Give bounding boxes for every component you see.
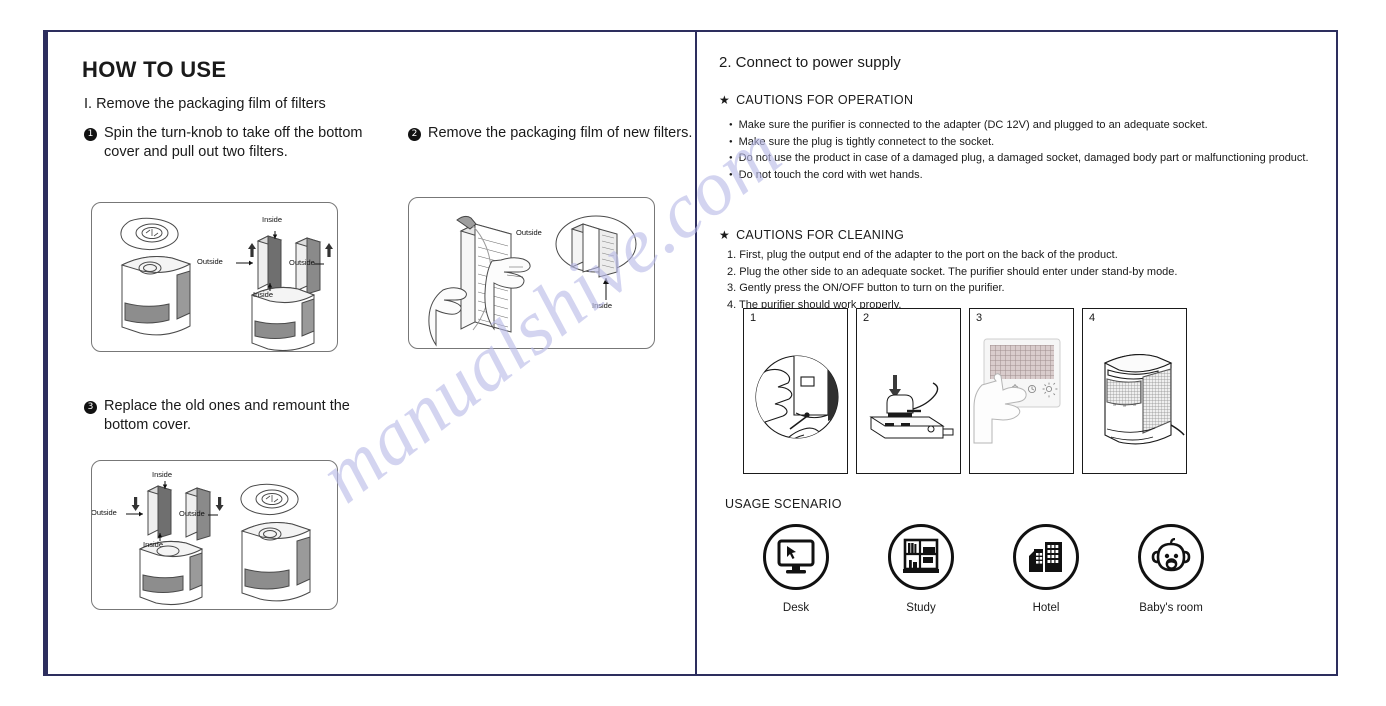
- manual-page-spread: HOW TO USE I. Remove the packaging film …: [43, 30, 1338, 676]
- step-3-text: Replace the old ones and remount the: [104, 398, 350, 414]
- cautions-operation-list: Make sure the purifier is connected to t…: [727, 118, 1327, 184]
- step-3-text-cont: bottom cover.: [104, 417, 192, 433]
- operation-caution-item: Do not use the product in case of a dama…: [739, 151, 1327, 167]
- figure-remove-cover: Inside Outside Outside Inside: [91, 202, 338, 352]
- figure2-label-inside: Inside: [592, 301, 613, 310]
- right-page-title: 2. Connect to power supply: [719, 54, 901, 71]
- scenario-label: Hotel: [1032, 602, 1060, 614]
- cleaning-step: 2. Plug the other side to an adequate so…: [727, 265, 1178, 278]
- operation-caution-item: Do not touch the cord with wet hands.: [739, 168, 1327, 184]
- step-2-bullet: 2: [408, 128, 421, 141]
- step-2: 2 Remove the packaging film of new filter…: [408, 124, 698, 143]
- figure1-label-outside-left: Outside: [197, 257, 223, 266]
- panel-illustration: [970, 325, 1073, 471]
- scenario-study: Study: [884, 524, 958, 614]
- section-heading: I. Remove the packaging film of filters: [84, 96, 326, 112]
- panel-number: 4: [1089, 312, 1096, 324]
- star-icon: ★: [719, 93, 731, 107]
- operation-caution-item: Make sure the plug is tightly connetect …: [739, 135, 1327, 151]
- connection-panels: 1 2 3 4: [743, 308, 1187, 474]
- figure-peel-film: Outside Inside: [408, 197, 655, 349]
- step-3-bullet: 3: [84, 401, 97, 414]
- monitor-icon: [763, 524, 829, 590]
- figure3-label-inside-top: Inside: [152, 470, 173, 479]
- figure3-label-outside-right: Outside: [179, 509, 205, 518]
- panel-press-onoff-control-panel: 3: [969, 308, 1074, 474]
- page-title: HOW TO USE: [82, 57, 227, 82]
- panel-plug-into-power-strip: 2: [856, 308, 961, 474]
- usage-scenario-title: USAGE SCENARIO: [725, 497, 842, 511]
- scenario-label: Baby's room: [1139, 602, 1203, 614]
- scenario-babys-room: Baby's room: [1134, 524, 1208, 614]
- step-1-text-cont: cover and pull out two filters.: [104, 144, 288, 160]
- right-page: 2. Connect to power supply ★ CAUTIONS FOR…: [697, 32, 1336, 674]
- panel-illustration: [857, 325, 960, 471]
- step-1: 1 Spin the turn-knob to take off the bott…: [84, 124, 374, 162]
- baby-face-icon: [1138, 524, 1204, 590]
- step-1-bullet: 1: [84, 128, 97, 141]
- panel-illustration: [744, 325, 847, 471]
- panel-purifier-running: 4: [1082, 308, 1187, 474]
- cleaning-step: 3. Gently press the ON/OFF button to tur…: [727, 282, 1005, 294]
- step-3: 3 Replace the old ones and remount the bo…: [84, 397, 374, 435]
- scenario-label: Desk: [782, 602, 810, 614]
- left-page: HOW TO USE I. Remove the packaging film …: [48, 32, 697, 674]
- cautions-cleaning-list: 1. First, plug the output end of the ada…: [727, 248, 1347, 314]
- figure1-label-outside-right: Outside: [289, 258, 315, 267]
- cleaning-step: 1. First, plug the output end of the ada…: [727, 249, 1118, 261]
- figure3-label-inside-bottom: Inside: [143, 540, 164, 549]
- bookshelf-icon: [888, 524, 954, 590]
- buildings-icon: [1013, 524, 1079, 590]
- scenario-hotel: Hotel: [1009, 524, 1083, 614]
- operation-caution-item: Make sure the purifier is connected to t…: [739, 118, 1327, 134]
- usage-scenario-row: Desk Study Hotel Baby's room: [759, 524, 1208, 614]
- step-1-text: Spin the turn-knob to take off the botto…: [104, 125, 363, 141]
- panel-number: 2: [863, 312, 870, 324]
- star-icon: ★: [719, 228, 731, 242]
- scenario-desk: Desk: [759, 524, 833, 614]
- panel-plug-adapter-into-port: 1: [743, 308, 848, 474]
- figure2-label-outside: Outside: [516, 228, 542, 237]
- step-2-text: Remove the packaging film of new filters…: [428, 125, 693, 141]
- figure3-label-outside-left: Outside: [91, 508, 117, 517]
- scenario-label: Study: [906, 602, 936, 614]
- panel-number: 1: [750, 312, 757, 324]
- figure1-label-inside-top: Inside: [262, 215, 283, 224]
- panel-illustration: [1083, 325, 1186, 471]
- figure-reinsert-remount: Inside Outside Outside Inside: [91, 460, 338, 610]
- cautions-cleaning-heading: ★ CAUTIONS FOR CLEANING: [719, 228, 905, 242]
- cautions-operation-heading: ★ CAUTIONS FOR OPERATION: [719, 93, 914, 107]
- figure1-label-inside-bottom: Inside: [253, 290, 274, 299]
- panel-number: 3: [976, 312, 983, 324]
